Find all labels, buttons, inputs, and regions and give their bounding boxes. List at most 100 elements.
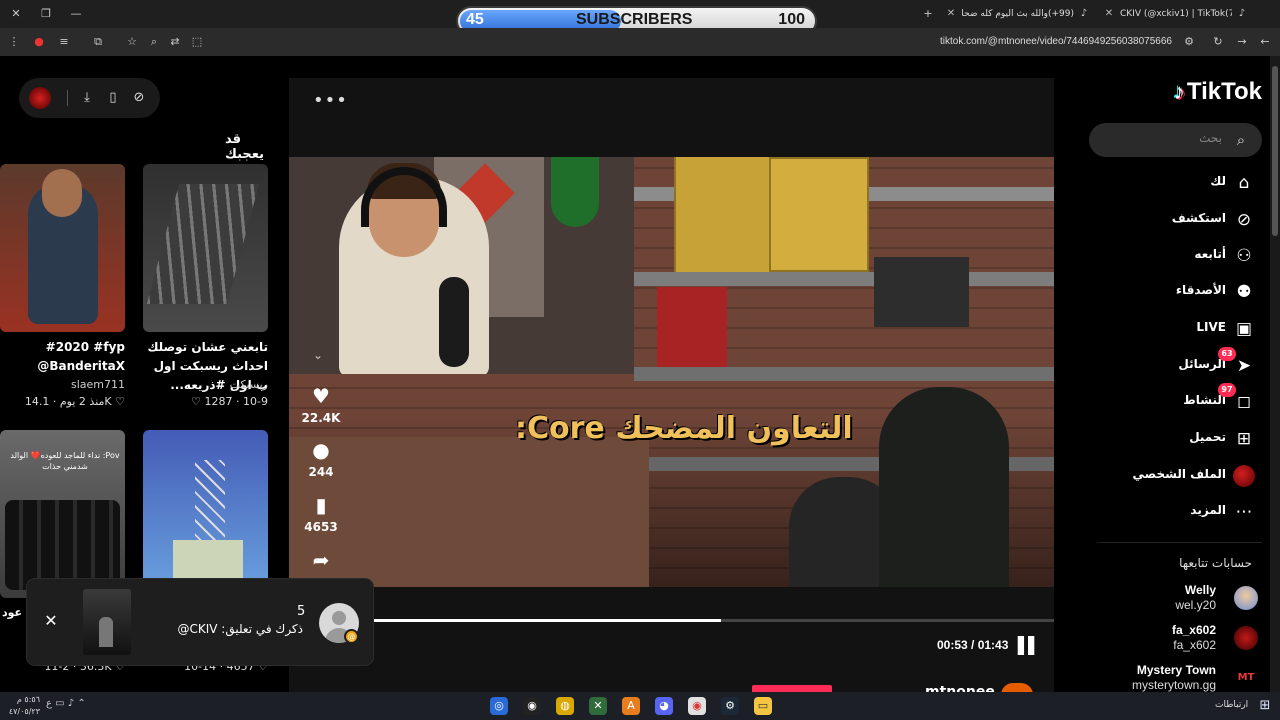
sidebar-item-following[interactable]: أتابعه ⚇ (1087, 241, 1262, 271)
sidebar-item-messages[interactable]: الرسائل ➤ 63 (1087, 347, 1262, 381)
thumbnail-image (42, 169, 82, 217)
recommended-video-thumbnail[interactable] (143, 430, 268, 598)
app-a-icon[interactable]: A (622, 697, 640, 715)
recommended-video-thumbnail[interactable]: Pov: نداء للماجد للعوده❤️ الوالد شدمني ح… (0, 430, 125, 598)
notification-toast[interactable]: ✕ 5 ذكرك في تعليق: CKIV@ @ (27, 579, 373, 665)
more-options-button[interactable]: ••• (313, 90, 348, 111)
extensions-icon[interactable]: ⧉ (90, 34, 106, 50)
menu-dots-icon[interactable]: ⋮ (6, 34, 22, 50)
windows-taskbar: ٥:٥٦ م ٤٧/٠٥/٢٣ ع ▭ ♪ ⌃ ◎ ◉ ◍ ✕ A ◕ ◉ ⚙ … (0, 692, 1280, 720)
discord-icon[interactable]: ◕ (655, 697, 673, 715)
system-tray[interactable]: ع ▭ ♪ ⌃ (46, 698, 86, 709)
author-name[interactable]: mtnonee (925, 684, 995, 692)
sidebar-item-explore[interactable]: استكشف ⊘ (1087, 205, 1262, 235)
following-account[interactable]: fa_x602 fa_x602 (1087, 621, 1262, 655)
site-settings-icon[interactable]: ⚙ (1181, 34, 1197, 50)
page-scrollbar[interactable] (1270, 56, 1280, 692)
new-tab-icon[interactable]: + (920, 6, 936, 22)
following-account[interactable]: Welly wel.y20 (1087, 581, 1262, 615)
recommended-video-thumbnail[interactable] (0, 164, 125, 332)
tab-close-icon[interactable]: ✕ (1102, 4, 1116, 24)
back-icon[interactable]: ← (1257, 34, 1273, 50)
video-meta: 10-9 · 1287 ♡ (191, 395, 268, 408)
video-scene (769, 157, 869, 272)
live-tv-icon: ▣ (1235, 319, 1253, 339)
video-scene (874, 257, 969, 327)
video-meta: منذ 2 يوم · 14.1K ♡ (24, 395, 125, 408)
video-caption-overlay: التعاون المضحك Core: (515, 411, 853, 446)
steam-icon[interactable]: ⚙ (721, 697, 739, 715)
download-icon[interactable]: ⤓ (77, 88, 97, 108)
sidebar-item-upload[interactable]: تحميل ⊞ (1087, 424, 1262, 454)
compass-icon[interactable]: ⊘ (129, 88, 149, 108)
following-account[interactable]: Mystery Town mysterytown.gg MT (1087, 661, 1262, 692)
account-handle: mysterytown.gg (1131, 678, 1216, 692)
notification-video-thumbnail[interactable] (83, 589, 131, 655)
tiktok-logo[interactable]: ♪TikTok (1174, 78, 1262, 106)
video-date: منذ 2 يوم (59, 395, 105, 408)
logo-text: TikTok (1186, 78, 1262, 105)
sidebar-item-live[interactable]: LIVE ▣ (1087, 314, 1262, 344)
video-author[interactable]: slaem711 (0, 378, 125, 391)
sidebar-item-friends[interactable]: الأصدقاء ⚉ (1087, 277, 1262, 307)
app-icon[interactable]: ◍ (556, 697, 574, 715)
forward-icon[interactable]: → (1234, 34, 1250, 50)
search-input[interactable]: بحث ⌕ (1089, 123, 1262, 157)
share-button[interactable]: ➦ (299, 548, 343, 572)
sidebar-item-for-you[interactable]: لك ⌂ (1087, 168, 1262, 198)
tab-profile[interactable]: CKIV (@xckiv1) | TikTok(78) (1120, 4, 1232, 24)
restore-window-icon[interactable]: ❐ (38, 6, 54, 22)
home-icon: ⌂ (1238, 173, 1250, 193)
video-progress-fill (374, 619, 721, 622)
close-icon[interactable]: ✕ (41, 611, 61, 630)
playlist-icon[interactable]: ≡ (56, 34, 72, 50)
translate-icon[interactable]: ⇄ (167, 34, 183, 50)
video-progress-bar[interactable] (374, 619, 1054, 622)
friends-icon: ⚉ (1236, 282, 1252, 302)
reload-icon[interactable]: ↻ (1210, 34, 1226, 50)
recommended-video-thumbnail[interactable] (143, 164, 268, 332)
scrollbar-thumb[interactable] (1272, 66, 1278, 236)
file-explorer-icon[interactable]: ▭ (754, 697, 772, 715)
pause-icon[interactable]: ▌▌ (1018, 636, 1041, 655)
notification-text: ذكرك في تعليق: CKIV@ (177, 622, 303, 636)
zoom-icon[interactable]: ⌕ (146, 34, 162, 50)
account-name: fa_x602 (1171, 623, 1216, 637)
video-player[interactable]: التعاون المضحك Core: (289, 157, 1054, 587)
taskbar-label[interactable]: ارتباطات (1215, 700, 1248, 710)
video-caption[interactable]: #2020 #fyp @BanderitaX (0, 338, 125, 376)
upload-icon: ⊞ (1236, 429, 1252, 449)
obs-icon[interactable]: ◉ (523, 697, 541, 715)
save-button[interactable]: ▮ 4653 (299, 493, 343, 534)
search-icon[interactable]: ⌕ (1230, 129, 1252, 151)
follow-button[interactable] (752, 685, 832, 692)
like-button[interactable]: ♥ 22.4K (299, 384, 343, 425)
tab-close-icon[interactable]: ✕ (944, 4, 958, 24)
account-handle: fa_x602 (1173, 638, 1216, 652)
compass-icon: ⊘ (1236, 210, 1252, 230)
taskbar-clock[interactable]: ٥:٥٦ م ٤٧/٠٥/٢٣ (4, 694, 40, 718)
address-bar[interactable]: tiktok.com/@mtnonee/video/74469492560380… (940, 34, 1172, 50)
taskview-icon[interactable]: ◎ (490, 697, 508, 715)
subscriber-current-count: 45 (466, 11, 484, 28)
sidebar-item-more[interactable]: المزيد ⋯ (1087, 497, 1262, 527)
windows-start-icon[interactable]: ⊞ (1256, 697, 1274, 715)
sidebar-item-profile[interactable]: الملف الشخصي (1087, 461, 1262, 491)
sidebar-item-activity[interactable]: النشاط ◻ 97 (1087, 383, 1262, 417)
minimize-window-icon[interactable]: — (68, 6, 84, 22)
excel-icon[interactable]: ✕ (589, 697, 607, 715)
avatar[interactable] (1001, 683, 1033, 692)
comment-button[interactable]: ● 244 (299, 438, 343, 479)
extension-record-icon[interactable]: ● (31, 34, 47, 50)
phone-icon[interactable]: ▯ (103, 88, 123, 108)
video-author[interactable]: ريسبكت (143, 378, 268, 391)
video-scene (657, 287, 727, 367)
close-window-icon[interactable]: ✕ (8, 6, 24, 22)
screenshot-icon[interactable]: ⬚ (189, 34, 205, 50)
tab-video[interactable]: (99+)والله بث اليوم كله ضحك (962, 4, 1074, 24)
chrome-icon[interactable]: ◉ (688, 697, 706, 715)
avatar[interactable] (29, 87, 51, 109)
bookmark-star-icon[interactable]: ☆ (124, 34, 140, 50)
video-scene (634, 367, 1054, 381)
chevron-down-icon[interactable]: ⌄ (313, 348, 323, 362)
